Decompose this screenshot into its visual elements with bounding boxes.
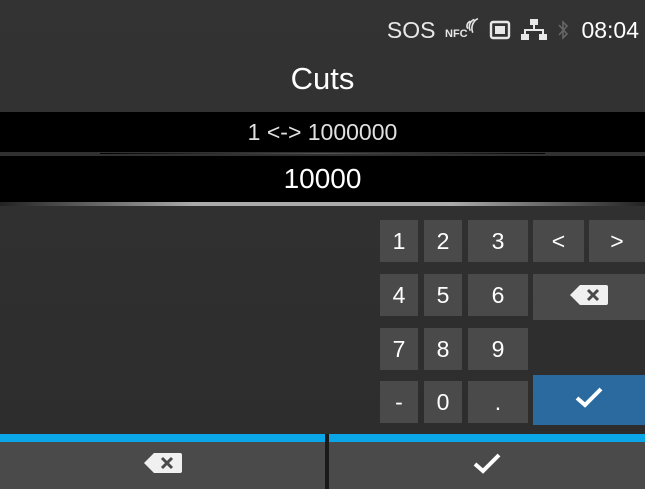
- sos-label: SOS: [386, 16, 436, 43]
- key-3[interactable]: 3: [468, 220, 528, 262]
- cursor-right-button[interactable]: >: [589, 220, 645, 262]
- clock: 08:04: [581, 16, 639, 43]
- delete-icon: [143, 453, 182, 478]
- key-minus[interactable]: -: [380, 381, 418, 423]
- page-title: Cuts: [290, 61, 355, 96]
- key-2[interactable]: 2: [424, 220, 462, 262]
- screen: SOS NFC 08:04 Cuts 1 <-> 1000000 10000 1…: [0, 0, 645, 489]
- key-dot[interactable]: .: [468, 381, 528, 423]
- confirm-button[interactable]: [533, 375, 645, 425]
- key-1[interactable]: 1: [380, 220, 418, 262]
- cursor-left-button[interactable]: <: [533, 220, 584, 262]
- key-6[interactable]: 6: [468, 274, 528, 316]
- bottom-accent-left: [0, 434, 325, 442]
- range-hint: 1 <-> 1000000: [0, 112, 645, 152]
- key-7[interactable]: 7: [380, 328, 418, 370]
- backspace-button[interactable]: [533, 274, 645, 320]
- key-5[interactable]: 5: [424, 274, 462, 316]
- checkmark-icon: [574, 385, 604, 415]
- key-0[interactable]: 0: [424, 381, 462, 423]
- range-divider: [100, 153, 545, 154]
- bottom-accent-right: [329, 434, 645, 442]
- checkmark-icon: [472, 451, 502, 480]
- key-8[interactable]: 8: [424, 328, 462, 370]
- value-underline: [0, 202, 645, 206]
- nfc-label: NFC: [445, 28, 468, 40]
- bottom-confirm-button[interactable]: [329, 442, 645, 489]
- bluetooth-icon: [557, 18, 569, 42]
- nfc-icon: NFC: [445, 18, 479, 42]
- sd-card-icon: [489, 19, 511, 41]
- key-9[interactable]: 9: [468, 328, 528, 370]
- backspace-icon: [570, 284, 608, 311]
- key-4[interactable]: 4: [380, 274, 418, 316]
- network-icon: [521, 18, 548, 42]
- value-display[interactable]: 10000: [0, 156, 645, 202]
- bottom-delete-button[interactable]: [0, 442, 325, 489]
- status-bar: SOS NFC 08:04: [0, 0, 645, 58]
